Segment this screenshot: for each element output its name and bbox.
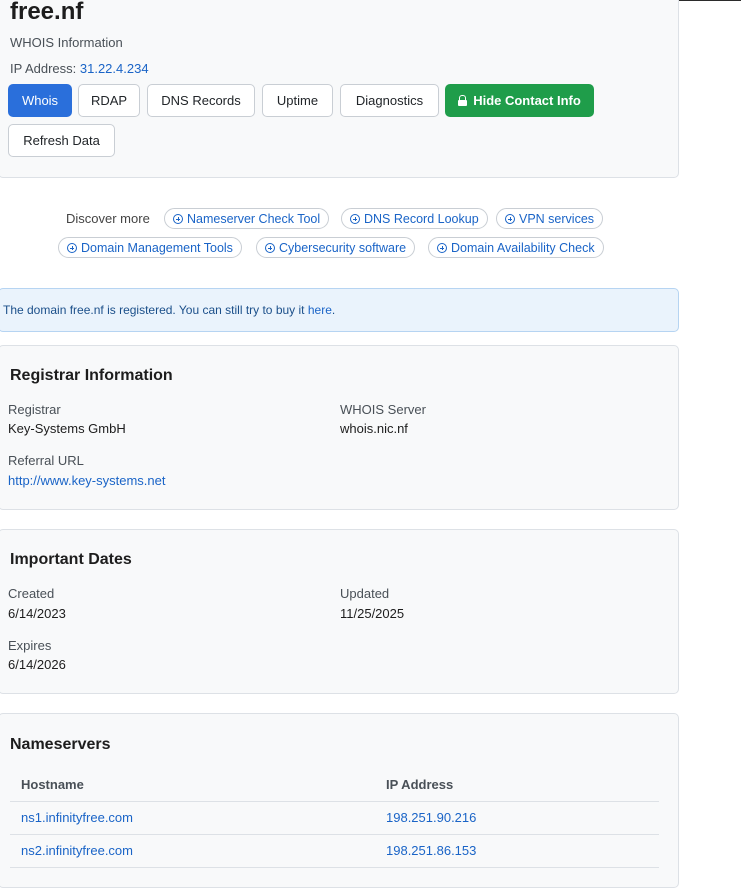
registration-alert: The domain free.nf is registered. You ca… <box>0 288 679 332</box>
ip-address-label: IP Address: <box>10 61 77 76</box>
nameserver-hostname-link[interactable]: ns1.infinityfree.com <box>21 810 133 825</box>
dates-section-title: Important Dates <box>10 551 132 568</box>
plus-circle-icon <box>437 242 447 253</box>
buy-domain-link[interactable]: here <box>308 303 332 317</box>
registrar-value: Key-Systems GmbH <box>8 421 126 436</box>
column-header-hostname: Hostname <box>21 777 84 792</box>
plus-circle-icon <box>505 213 515 224</box>
alert-domain: free.nf <box>69 303 104 317</box>
alert-text-suffix: . <box>331 303 336 317</box>
discover-pill-label: VPN services <box>519 211 595 226</box>
plus-circle-icon <box>173 213 183 224</box>
discover-pill-label: Domain Availability Check <box>451 240 595 255</box>
ip-address-link[interactable]: 31.22.4.234 <box>80 61 149 76</box>
hide-contact-info-label: Hide Contact Info <box>473 93 581 108</box>
plus-circle-icon <box>265 242 275 253</box>
discover-pill[interactable]: Nameserver Check Tool <box>164 208 330 229</box>
tab-diagnostics[interactable]: Diagnostics <box>340 84 439 117</box>
discover-pill[interactable]: DNS Record Lookup <box>341 208 488 229</box>
discover-more-label: Discover more <box>66 211 150 226</box>
nameservers-section-title: Nameservers <box>10 736 111 753</box>
expires-label: Expires <box>8 638 52 653</box>
tab-dns-records[interactable]: DNS Records <box>147 84 255 117</box>
updated-label: Updated <box>340 586 390 601</box>
discover-pill-label: Domain Management Tools <box>81 240 233 255</box>
page-subtitle: WHOIS Information <box>10 35 123 50</box>
whois-server-label: WHOIS Server <box>340 402 426 417</box>
plus-circle-icon <box>67 242 77 253</box>
discover-pill[interactable]: Domain Availability Check <box>428 237 604 258</box>
hide-contact-info-button[interactable]: Hide Contact Info <box>445 84 594 117</box>
referral-url-link[interactable]: http://www.key-systems.net <box>8 473 166 488</box>
updated-value: 11/25/2025 <box>340 606 405 621</box>
ip-address-line: IP Address: 31.22.4.234 <box>10 61 149 76</box>
created-value: 6/14/2023 <box>8 606 66 621</box>
discover-pill-label: Cybersecurity software <box>279 240 407 255</box>
page-title: free.nf <box>10 0 84 25</box>
discover-pill-label: DNS Record Lookup <box>364 211 479 226</box>
registrar-section-title: Registrar Information <box>10 367 173 384</box>
discover-pill[interactable]: Cybersecurity software <box>256 237 416 258</box>
whois-server-value: whois.nic.nf <box>340 421 408 436</box>
refresh-data-button[interactable]: Refresh Data <box>8 124 115 157</box>
alert-text-middle: is registered. You can still try to buy … <box>103 303 308 317</box>
alert-text-prefix: The domain <box>3 303 70 317</box>
tab-whois[interactable]: Whois <box>8 84 72 117</box>
lock-icon <box>458 95 468 106</box>
discover-pill[interactable]: Domain Management Tools <box>58 237 242 258</box>
nameserver-ip-link[interactable]: 198.251.90.216 <box>386 810 476 825</box>
registrar-label: Registrar <box>8 402 61 417</box>
tab-uptime[interactable]: Uptime <box>262 84 333 117</box>
discover-pill[interactable]: VPN services <box>496 208 604 229</box>
nameserver-ip-link[interactable]: 198.251.86.153 <box>386 843 476 858</box>
expires-value: 6/14/2026 <box>8 657 66 672</box>
created-label: Created <box>8 586 55 601</box>
table-divider <box>10 867 659 868</box>
plus-circle-icon <box>350 213 360 224</box>
table-divider <box>10 801 659 802</box>
nameserver-hostname-link[interactable]: ns2.infinityfree.com <box>21 843 133 858</box>
table-divider <box>10 834 659 835</box>
tab-rdap[interactable]: RDAP <box>78 84 140 117</box>
referral-url-label: Referral URL <box>8 453 84 468</box>
column-header-ip-address: IP Address <box>386 777 454 792</box>
discover-pill-label: Nameserver Check Tool <box>187 211 321 226</box>
